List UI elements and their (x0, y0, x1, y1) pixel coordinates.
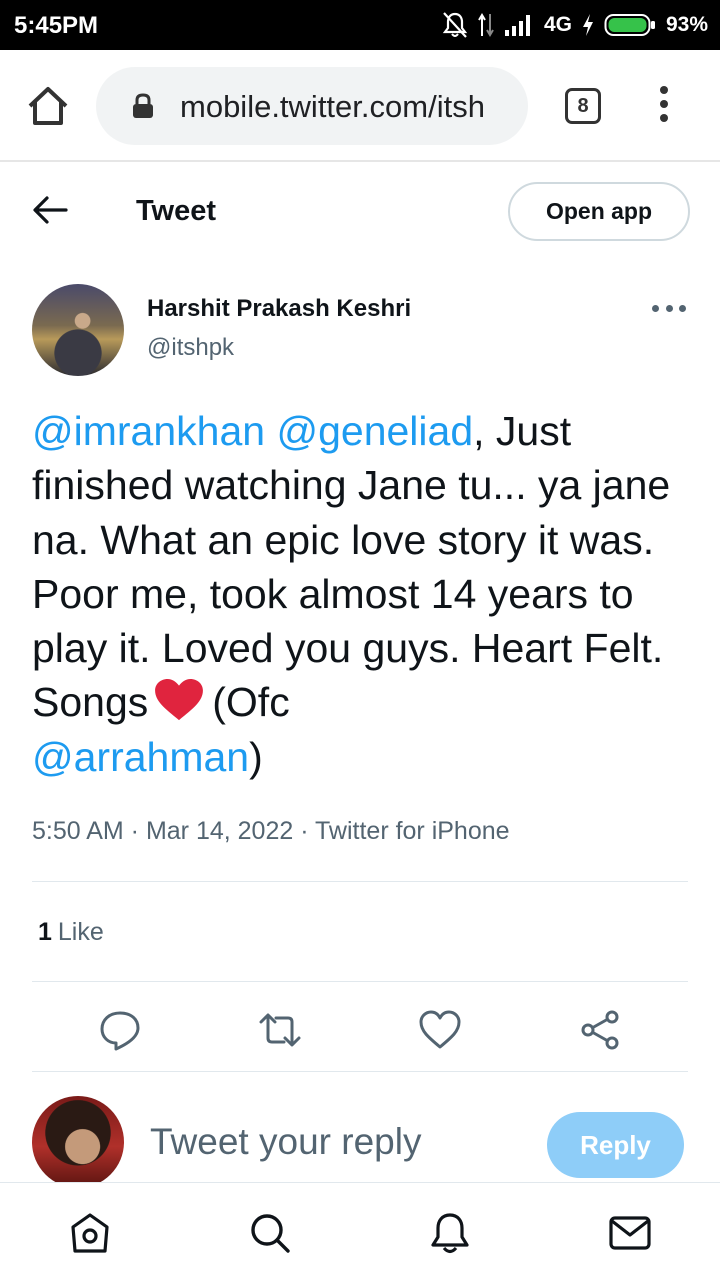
tweet-meta: 5:50 AM · Mar 14, 2022 · Twitter for iPh… (32, 817, 510, 845)
text-space (265, 408, 276, 454)
lock-icon (133, 93, 153, 118)
messages-mail-icon[interactable] (608, 1211, 652, 1255)
charging-icon (582, 14, 593, 36)
reply-input[interactable]: Tweet your reply (150, 1121, 421, 1163)
author-handle[interactable]: @itshpk (147, 334, 234, 362)
open-app-button[interactable]: Open app (508, 182, 690, 241)
divider (32, 981, 688, 982)
red-heart-icon (155, 679, 204, 721)
like-heart-icon[interactable] (418, 1008, 462, 1052)
mention-link[interactable]: @arrahman (32, 734, 249, 780)
back-arrow-icon[interactable] (30, 194, 70, 226)
author-avatar[interactable] (32, 284, 124, 376)
battery-percent: 93% (665, 13, 708, 36)
home-icon[interactable] (24, 82, 72, 130)
url-text: mobile.twitter.com/itsh (180, 89, 485, 124)
likes-count[interactable]: 1 Like (38, 918, 104, 947)
tweet-body-tail: (Ofc (212, 679, 290, 726)
share-icon[interactable] (578, 1008, 622, 1052)
user-avatar[interactable] (32, 1096, 124, 1188)
status-bar: 5:45PM 4G 93% (0, 0, 720, 50)
more-options-icon[interactable] (652, 302, 686, 314)
tweet-text: @imrankhan @geneliad, Just finished watc… (32, 404, 692, 784)
status-time: 5:45PM (14, 12, 99, 39)
retweet-icon[interactable] (258, 1008, 302, 1052)
signal-icon (504, 15, 530, 36)
tweet-actions (0, 1000, 720, 1060)
page-title: Tweet (136, 195, 217, 227)
bottom-navigation (0, 1182, 720, 1280)
browser-menu-icon[interactable] (654, 86, 674, 130)
divider (32, 881, 688, 882)
like-label: Like (57, 918, 104, 946)
author-name[interactable]: Harshit Prakash Keshri (147, 295, 411, 323)
reply-icon[interactable] (98, 1008, 142, 1052)
mute-icon (442, 12, 468, 38)
divider (32, 1071, 688, 1072)
reply-button[interactable]: Reply (547, 1112, 684, 1178)
address-bar[interactable]: mobile.twitter.com/itsh (96, 67, 528, 145)
tab-switcher-button[interactable]: 8 (565, 88, 601, 124)
battery-icon (604, 14, 655, 36)
data-arrows-icon (478, 13, 494, 37)
tweet-header: Tweet Open app (0, 164, 720, 260)
browser-toolbar: mobile.twitter.com/itsh 8 (0, 50, 720, 162)
status-icons: 4G 93% (442, 10, 708, 40)
mention-link[interactable]: @imrankhan (32, 408, 265, 454)
tweet-body: , Just finished watching Jane tu... ya j… (32, 408, 671, 726)
home-nav-icon[interactable] (68, 1211, 112, 1255)
mention-link[interactable]: @geneliad (276, 408, 473, 454)
network-type: 4G (543, 13, 572, 36)
search-icon[interactable] (248, 1211, 292, 1255)
notifications-bell-icon[interactable] (428, 1211, 472, 1255)
like-number: 1 (38, 918, 52, 946)
tweet-closing: ) (249, 733, 263, 780)
